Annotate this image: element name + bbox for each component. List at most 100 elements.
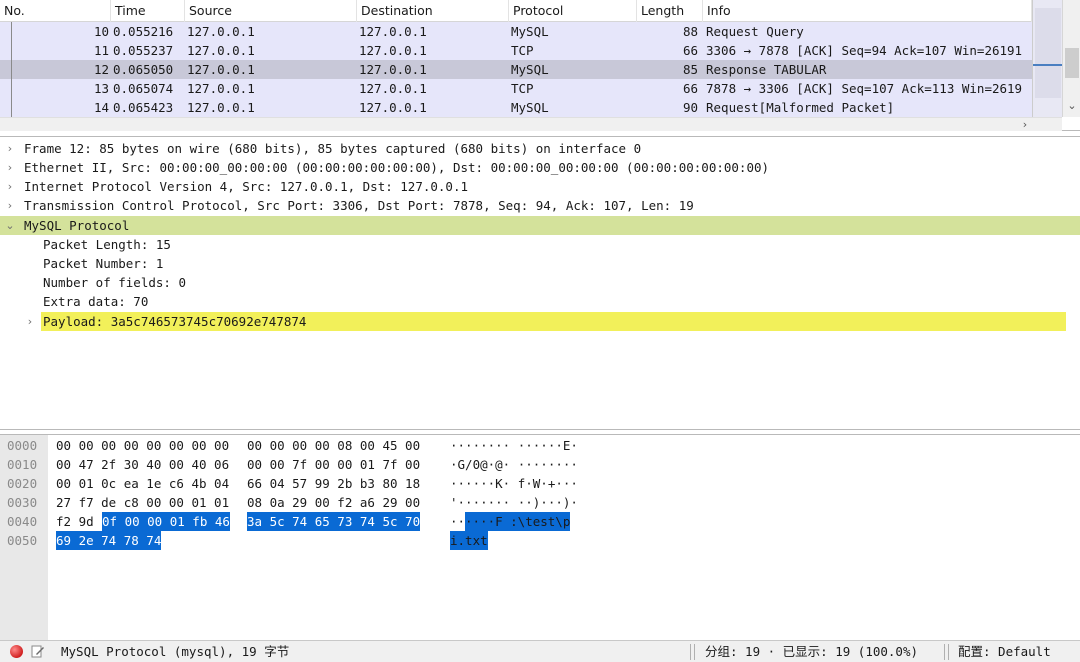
packet-source: 127.0.0.1	[187, 43, 255, 58]
packet-list-horizontal-scrollbar[interactable]: ›	[0, 117, 1062, 131]
ascii-bytes-selected[interactable]: ····F :\test\p	[465, 512, 571, 531]
chevron-down-icon[interactable]: ⌄	[4, 216, 16, 235]
hex-row: 0040 f2 9d 0f 00 00 01 fb 46 3a 5c 74 65…	[0, 512, 571, 531]
status-separator	[948, 644, 949, 660]
packet-no: 14	[93, 100, 109, 115]
column-header-time[interactable]: Time	[111, 0, 185, 22]
hex-offset: 0030	[7, 495, 38, 510]
packet-info: 3306 → 7878 [ACK] Seq=94 Ack=107 Win=261…	[706, 43, 1023, 58]
scrollbar-thumb[interactable]	[1065, 48, 1079, 78]
packet-row[interactable]: 13 0.065074 127.0.0.1 127.0.0.1 TCP 66 7…	[0, 79, 1032, 98]
tree-item-label: MySQL Protocol	[24, 218, 130, 233]
hex-offset: 0000	[7, 438, 38, 453]
tree-item-ip[interactable]: › Internet Protocol Version 4, Src: 127.…	[0, 177, 1080, 196]
tree-item-label: Payload: 3a5c746573745c70692e747874	[41, 312, 1067, 331]
packet-length: 66	[682, 81, 698, 96]
packet-list-vertical-scrollbar[interactable]: ⌄	[1062, 0, 1080, 117]
hex-bytes[interactable]: 00 47 2f 30 40 00 40 06	[56, 455, 229, 474]
packet-destination: 127.0.0.1	[359, 43, 427, 58]
minimap-thumb[interactable]	[1035, 8, 1061, 98]
column-header-length[interactable]: Length	[637, 0, 703, 22]
hex-offset: 0010	[7, 457, 38, 472]
chevron-right-icon[interactable]: ›	[4, 158, 16, 177]
column-header-protocol[interactable]: Protocol	[509, 0, 637, 22]
hex-row: 0020 00 01 0c ea 1e c6 4b 04 66 04 57 99…	[0, 474, 578, 493]
packet-row-selected[interactable]: 12 0.065050 127.0.0.1 127.0.0.1 MySQL 85…	[0, 60, 1032, 79]
packet-info: Request[Malformed Packet]	[706, 100, 895, 115]
packet-destination: 127.0.0.1	[359, 81, 427, 96]
packet-source: 127.0.0.1	[187, 81, 255, 96]
chevron-right-icon[interactable]: ›	[4, 196, 16, 215]
ascii-bytes[interactable]: ··	[450, 512, 465, 531]
column-header-destination[interactable]: Destination	[357, 0, 509, 22]
hex-bytes[interactable]: 27 f7 de c8 00 00 01 01	[56, 493, 229, 512]
ascii-bytes[interactable]: ······K· f·W·+···	[450, 474, 578, 493]
chevron-right-icon[interactable]: ›	[24, 312, 36, 331]
packet-row[interactable]: 14 0.065423 127.0.0.1 127.0.0.1 MySQL 90…	[0, 98, 1032, 117]
column-header-info[interactable]: Info	[703, 0, 1032, 22]
hex-bytes[interactable]: 66 04 57 99 2b b3 80 18	[247, 474, 420, 493]
hex-bytes-selected[interactable]: 69 2e 74 78 74	[56, 531, 162, 550]
selected-packet-marker	[1033, 64, 1063, 66]
packet-protocol: MySQL	[511, 24, 549, 39]
tree-item-frame[interactable]: › Frame 12: 85 bytes on wire (680 bits),…	[0, 139, 1080, 158]
hex-offset: 0020	[7, 476, 38, 491]
packet-list-pane[interactable]: No. Time Source Destination Protocol Len…	[0, 0, 1080, 131]
hex-row: 0030 27 f7 de c8 00 00 01 01 08 0a 29 00…	[0, 493, 578, 512]
tree-item-payload[interactable]: › Payload: 3a5c746573745c70692e747874	[0, 312, 1080, 331]
tree-item-label: Transmission Control Protocol, Src Port:…	[24, 198, 694, 213]
column-header-no[interactable]: No.	[0, 0, 111, 22]
conversation-bracket-line	[11, 22, 12, 117]
capture-comment-icon[interactable]	[31, 644, 45, 658]
expert-info-icon[interactable]	[10, 645, 23, 658]
packet-row[interactable]: 10 0.055216 127.0.0.1 127.0.0.1 MySQL 88…	[0, 22, 1032, 41]
ascii-bytes[interactable]: ········ ······E·	[450, 436, 578, 455]
packet-length: 66	[682, 43, 698, 58]
tree-item-packet-number[interactable]: Packet Number: 1	[0, 254, 1080, 273]
packet-time: 0.055216	[113, 24, 174, 39]
tree-item-label: Internet Protocol Version 4, Src: 127.0.…	[24, 179, 469, 194]
hex-bytes[interactable]: 00 00 7f 00 00 01 7f 00	[247, 455, 420, 474]
chevron-right-icon[interactable]: ›	[4, 139, 16, 158]
packet-destination: 127.0.0.1	[359, 24, 427, 39]
packet-protocol: TCP	[511, 43, 534, 58]
packet-info: Request Query	[706, 24, 804, 39]
hex-bytes-selected[interactable]: 3a 5c 74 65 73 74 5c 70	[247, 512, 421, 531]
hex-offset: 0040	[7, 514, 38, 529]
packet-minimap-scrollbar[interactable]	[1032, 0, 1063, 117]
tree-item-tcp[interactable]: › Transmission Control Protocol, Src Por…	[0, 196, 1080, 215]
tree-item-label: Frame 12: 85 bytes on wire (680 bits), 8…	[24, 141, 642, 156]
packet-length: 90	[682, 100, 698, 115]
packet-row[interactable]: 11 0.055237 127.0.0.1 127.0.0.1 TCP 66 3…	[0, 41, 1032, 60]
hex-bytes-selected[interactable]: 0f 00 00 01 fb 46	[102, 512, 230, 531]
ascii-bytes[interactable]: ·G/0@·@· ········	[450, 455, 578, 474]
hex-bytes[interactable]: 00 01 0c ea 1e c6 4b 04	[56, 474, 229, 493]
packet-source: 127.0.0.1	[187, 24, 255, 39]
status-separator	[944, 644, 945, 660]
hex-offset: 0050	[7, 533, 38, 548]
tree-item-extra-data[interactable]: Extra data: 70	[0, 292, 1080, 311]
packet-destination: 127.0.0.1	[359, 100, 427, 115]
hex-row: 0010 00 47 2f 30 40 00 40 06 00 00 7f 00…	[0, 455, 578, 474]
chevron-down-icon[interactable]: ⌄	[1063, 98, 1080, 114]
tree-item-label: Ethernet II, Src: 00:00:00_00:00:00 (00:…	[24, 160, 770, 175]
tree-item-packet-length[interactable]: Packet Length: 15	[0, 235, 1080, 254]
status-packet-counts: 分组: 19 · 已显示: 19 (100.0%)	[705, 644, 919, 659]
chevron-right-icon[interactable]: ›	[1018, 118, 1032, 131]
ascii-bytes[interactable]: '······· ··)···)·	[450, 493, 578, 512]
chevron-right-icon[interactable]: ›	[4, 177, 16, 196]
status-profile[interactable]: 配置: Default	[958, 641, 1051, 662]
tree-item-number-of-fields[interactable]: Number of fields: 0	[0, 273, 1080, 292]
status-field-info: MySQL Protocol (mysql), 19 字节	[61, 644, 290, 659]
hex-bytes[interactable]: 08 0a 29 00 f2 a6 29 00	[247, 493, 420, 512]
column-header-source[interactable]: Source	[185, 0, 357, 22]
tree-item-mysql[interactable]: ⌄ MySQL Protocol	[0, 216, 1080, 235]
hex-bytes[interactable]: f2 9d	[56, 512, 101, 531]
tree-item-ethernet[interactable]: › Ethernet II, Src: 00:00:00_00:00:00 (0…	[0, 158, 1080, 177]
hex-bytes[interactable]: 00 00 00 00 08 00 45 00	[247, 436, 420, 455]
packet-details-pane[interactable]: › Frame 12: 85 bytes on wire (680 bits),…	[0, 136, 1080, 430]
hex-bytes[interactable]: 00 00 00 00 00 00 00 00	[56, 436, 229, 455]
packet-no: 10	[93, 24, 109, 39]
ascii-bytes-selected[interactable]: i.txt	[450, 531, 488, 550]
packet-bytes-pane[interactable]: 0000 00 00 00 00 00 00 00 00 00 00 00 00…	[0, 434, 1080, 641]
